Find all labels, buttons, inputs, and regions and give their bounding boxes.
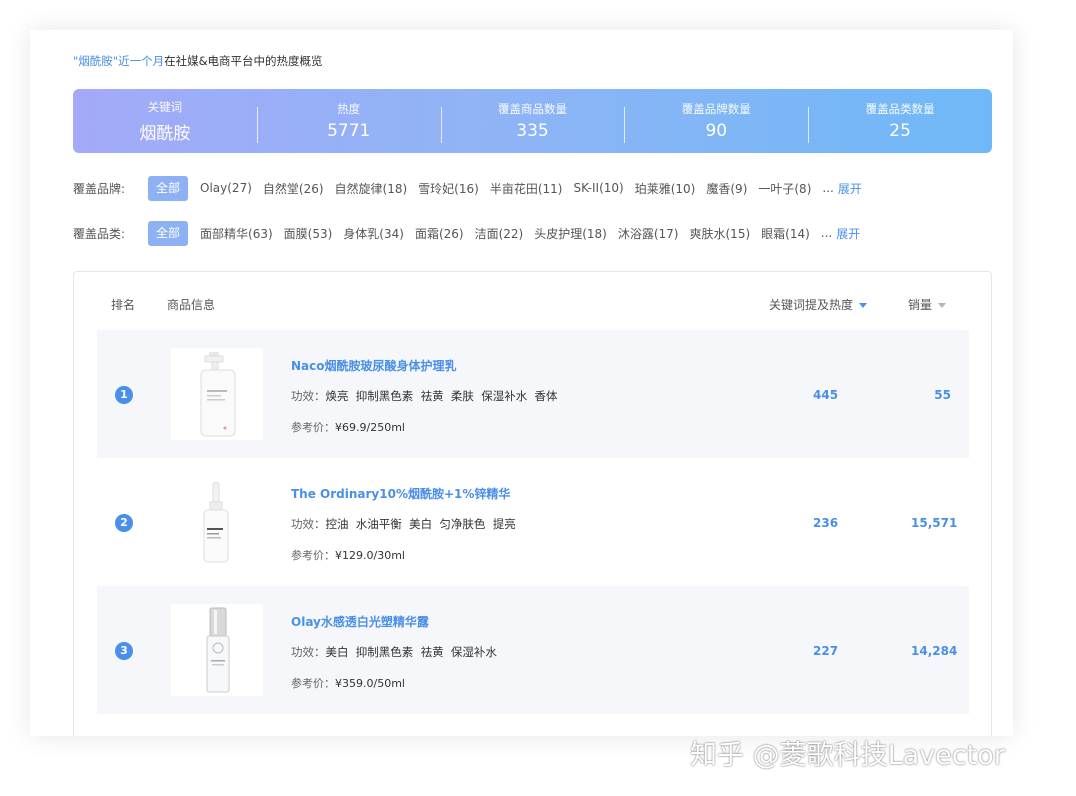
- brand-filter: 覆盖品牌: 全部 Olay(27) 自然堂(26) 自然旋律(18) 雪玲妃(1…: [73, 175, 862, 201]
- brand-expand-link[interactable]: 展开: [838, 180, 862, 197]
- stat-value: 335: [516, 121, 549, 141]
- category-option[interactable]: 头皮护理(18): [534, 225, 607, 242]
- serum-dropper-icon: [203, 481, 229, 563]
- price-value: ¥359.0/50ml: [335, 677, 405, 690]
- effect-label: 功效：: [291, 389, 326, 403]
- product-price: 参考价：¥69.9/250ml: [291, 419, 405, 435]
- sort-desc-icon: [859, 303, 868, 308]
- table-row[interactable]: 2 The Ordinary10%烟酰胺+1%锌精华 功效：控油 水油平衡 美白…: [97, 458, 969, 586]
- price-label: 参考价：: [291, 549, 335, 562]
- stat-value: 5771: [327, 121, 371, 141]
- category-option[interactable]: 爽肤水(15): [690, 225, 751, 242]
- product-image: [171, 604, 263, 696]
- header-info: 商品信息: [167, 298, 216, 312]
- category-option[interactable]: 面膜(53): [284, 225, 333, 242]
- product-effects: 功效：美白 抑制黑色素 祛黄 保湿补水: [291, 644, 497, 660]
- stat-label: 关键词: [147, 99, 183, 114]
- category-option[interactable]: 身体乳(34): [343, 225, 404, 242]
- price-value: ¥69.9/250ml: [335, 421, 405, 434]
- category-option[interactable]: 眼霜(14): [761, 225, 810, 242]
- category-filter: 覆盖品类: 全部 面部精华(63) 面膜(53) 身体乳(34) 面霜(26) …: [73, 220, 860, 246]
- brand-option[interactable]: 自然旋律(18): [335, 180, 408, 197]
- stat-label: 覆盖商品数量: [497, 102, 567, 116]
- heat-value: 445: [813, 388, 839, 402]
- lotion-bottle-icon: [200, 352, 236, 437]
- stat-brands: 覆盖品牌数量 90: [624, 101, 808, 143]
- stat-categories: 覆盖品类数量 25: [808, 101, 992, 143]
- effect-values: 美白 抑制黑色素 祛黄 保湿补水: [325, 645, 497, 659]
- keyword-title: "烟酰胺"近一个月: [73, 54, 165, 68]
- overview-card: "烟酰胺"近一个月在社媒&电商平台中的热度概览 关键词 烟酰胺 热度 5771 …: [30, 30, 1013, 736]
- product-image: [171, 348, 263, 440]
- product-price: 参考价：¥129.0/30ml: [291, 547, 405, 563]
- brand-ellipsis: ...: [822, 181, 834, 195]
- header-sales-label: 销量: [908, 298, 933, 312]
- price-label: 参考价：: [291, 421, 335, 434]
- stats-banner: 关键词 烟酰胺 热度 5771 覆盖商品数量 335 覆盖品牌数量 90 覆盖品…: [73, 89, 992, 153]
- brand-option[interactable]: 一叶子(8): [758, 180, 811, 197]
- effect-values: 控油 水油平衡 美白 匀净肤色 提亮: [325, 517, 516, 531]
- effect-values: 焕亮 抑制黑色素 祛黄 柔肤 保湿补水 香体: [325, 389, 558, 403]
- effect-label: 功效：: [291, 517, 326, 531]
- rank-badge: 2: [115, 514, 133, 532]
- stat-products: 覆盖商品数量 335: [440, 101, 625, 143]
- brand-option[interactable]: Olay(27): [200, 181, 252, 195]
- stat-value: 25: [889, 121, 911, 141]
- title-rest: 在社媒&电商平台中的热度概览: [164, 54, 323, 68]
- category-option[interactable]: 沐浴露(17): [618, 225, 679, 242]
- table-row[interactable]: 3 Olay水感透白光塑精华露 功效：美白 抑制黑色素 祛黄 保湿补水 参考价：…: [97, 586, 969, 714]
- rank-badge: 3: [115, 642, 133, 660]
- category-expand-link[interactable]: 展开: [836, 225, 860, 242]
- table-row[interactable]: 1 Naco烟酰胺玻尿酸身体护理乳 功效：焕亮 抑制黑色素 祛黄 柔肤 保湿补水…: [97, 330, 969, 458]
- stat-label: 覆盖品牌数量: [681, 102, 751, 116]
- brand-option[interactable]: 半亩花田(11): [490, 180, 563, 197]
- brand-filter-label: 覆盖品牌:: [73, 181, 126, 196]
- price-label: 参考价：: [291, 677, 335, 690]
- sort-icon: [938, 303, 947, 308]
- header-sales-sort[interactable]: 销量: [908, 296, 947, 313]
- stat-value: 90: [705, 121, 728, 141]
- product-name-link[interactable]: Naco烟酰胺玻尿酸身体护理乳: [291, 357, 457, 374]
- product-image: [171, 476, 263, 568]
- category-option[interactable]: 洁面(22): [475, 225, 524, 242]
- category-ellipsis: ...: [820, 226, 833, 240]
- category-option[interactable]: 面霜(26): [415, 225, 464, 242]
- header-heat-sort[interactable]: 关键词提及热度: [769, 296, 868, 313]
- stat-heat: 热度 5771: [256, 101, 441, 143]
- product-name-link[interactable]: The Ordinary10%烟酰胺+1%锌精华: [291, 485, 510, 502]
- product-effects: 功效：焕亮 抑制黑色素 祛黄 柔肤 保湿补水 香体: [291, 388, 558, 404]
- stat-value: 烟酰胺: [139, 123, 191, 144]
- page-title: "烟酰胺"近一个月在社媒&电商平台中的热度概览: [73, 53, 323, 69]
- brand-option[interactable]: 珀莱雅(10): [635, 180, 696, 197]
- sales-value: 15,571: [911, 516, 958, 530]
- category-filter-label: 覆盖品类:: [73, 226, 126, 241]
- stat-keyword: 关键词 烟酰胺: [73, 99, 257, 144]
- page: "烟酰胺"近一个月在社媒&电商平台中的热度概览 关键词 烟酰胺 热度 5771 …: [0, 0, 1076, 796]
- heat-value: 236: [813, 516, 839, 530]
- brand-option[interactable]: 雪玲妃(16): [418, 180, 479, 197]
- effect-label: 功效：: [291, 645, 326, 659]
- brand-option[interactable]: SK-II(10): [573, 181, 623, 195]
- essence-bottle-icon: [206, 607, 230, 693]
- category-option[interactable]: 面部精华(63): [200, 225, 273, 242]
- category-all-chip[interactable]: 全部: [148, 220, 189, 246]
- sales-value: 55: [934, 388, 951, 402]
- table-header: 排名 商品信息 关键词提及热度 销量: [74, 296, 991, 316]
- stat-label: 覆盖品类数量: [865, 102, 935, 116]
- brand-option[interactable]: 魔香(9): [706, 180, 747, 197]
- sales-value: 14,284: [911, 644, 958, 658]
- product-table: 排名 商品信息 关键词提及热度 销量 1 Naco烟酰胺玻尿酸身体护理乳 功效：…: [73, 271, 992, 736]
- rank-badge: 1: [115, 386, 133, 404]
- watermark: 知乎 @菱歌科技Lavector: [690, 740, 1005, 771]
- product-name-link[interactable]: Olay水感透白光塑精华露: [291, 613, 429, 630]
- header-heat-label: 关键词提及热度: [769, 298, 854, 312]
- product-price: 参考价：¥359.0/50ml: [291, 675, 405, 691]
- product-effects: 功效：控油 水油平衡 美白 匀净肤色 提亮: [291, 516, 516, 532]
- brand-all-chip[interactable]: 全部: [148, 175, 189, 201]
- stat-label: 热度: [337, 102, 361, 116]
- header-rank: 排名: [111, 298, 136, 312]
- price-value: ¥129.0/30ml: [335, 549, 405, 562]
- heat-value: 227: [813, 644, 839, 658]
- brand-option[interactable]: 自然堂(26): [263, 180, 324, 197]
